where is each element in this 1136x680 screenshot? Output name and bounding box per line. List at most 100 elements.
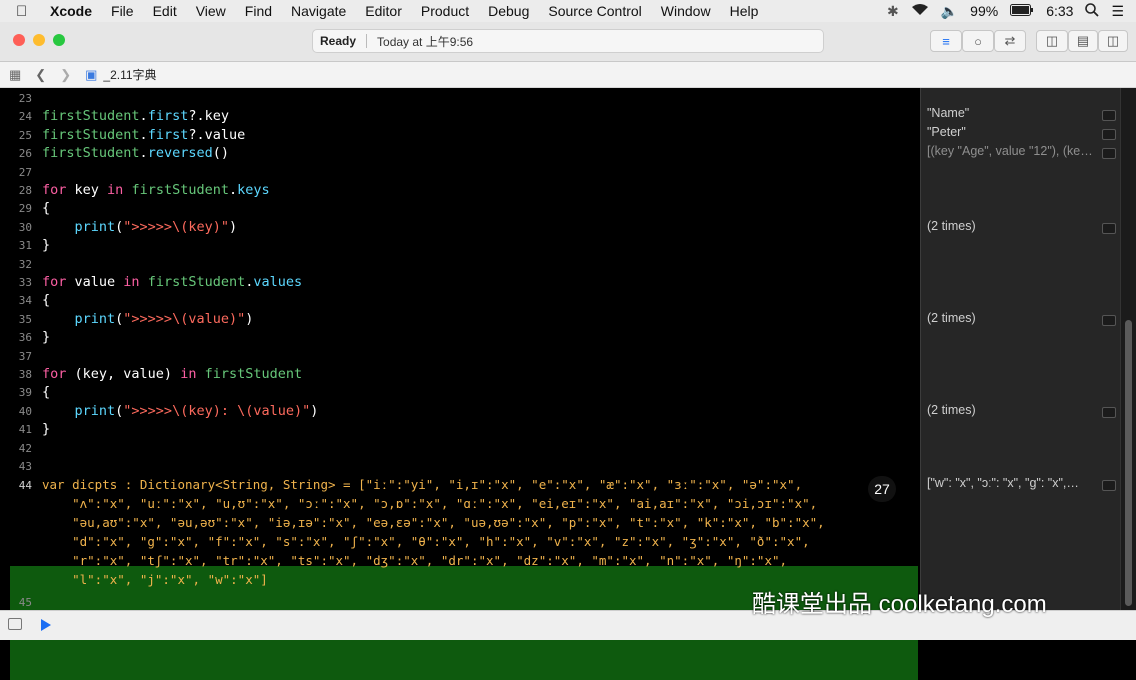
- line-number: 29: [18, 202, 32, 216]
- code-line[interactable]: firstStudent.first?.key: [42, 108, 229, 124]
- code-line[interactable]: }: [42, 237, 50, 253]
- window-toolbar: Ready Today at 上午9:56 ≡ ○ ⇄ ◫ ▤ ◫: [0, 22, 1136, 62]
- line-number: 32: [18, 257, 32, 271]
- toggle-utilities-button[interactable]: ◫: [1098, 30, 1128, 52]
- line-number: 31: [18, 239, 32, 253]
- code-line[interactable]: {: [42, 384, 50, 400]
- code-line[interactable]: {: [42, 200, 50, 216]
- menu-extras-icon[interactable]: ☰: [1111, 3, 1124, 20]
- menu-app-xcode[interactable]: Xcode: [50, 3, 92, 19]
- status-timestamp: Today at 上午9:56: [377, 34, 474, 49]
- menu-navigate[interactable]: Navigate: [291, 3, 346, 19]
- result-line-30: (2 times): [927, 219, 976, 233]
- line-number: 24: [18, 110, 32, 124]
- watermark: 酷课堂出品 coolketang.com: [752, 591, 1047, 618]
- run-playground-button[interactable]: [40, 618, 52, 637]
- code-line[interactable]: print(">>>>>\(key): \(value)"): [42, 403, 319, 419]
- hide-debug-area-button[interactable]: [8, 618, 22, 630]
- menu-product[interactable]: Product: [421, 3, 469, 19]
- code-line[interactable]: for value in firstStudent.values: [42, 274, 302, 290]
- code-line[interactable]: print(">>>>>\(value)"): [42, 311, 254, 327]
- dictionary-declaration-line: "d":"x", "g":"x", "f":"x", "s":"x", "ʃ":…: [42, 534, 810, 549]
- clock[interactable]: 6:33: [1046, 3, 1073, 19]
- line-number: 40: [18, 404, 32, 418]
- bluetooth-icon[interactable]: ✱: [887, 3, 899, 20]
- quick-look-button[interactable]: [1102, 110, 1116, 121]
- quick-look-button[interactable]: [1102, 407, 1116, 418]
- assistant-editor-button[interactable]: ○: [962, 30, 994, 52]
- back-arrow-icon[interactable]: ❮: [35, 67, 46, 83]
- menu-file[interactable]: File: [111, 3, 134, 19]
- line-number: 42: [18, 441, 32, 455]
- wifi-icon[interactable]: [911, 3, 929, 19]
- line-number: 35: [18, 312, 32, 326]
- line-number: 36: [18, 331, 32, 345]
- menu-edit[interactable]: Edit: [153, 3, 177, 19]
- line-number: 39: [18, 386, 32, 400]
- quick-look-button[interactable]: [1102, 315, 1116, 326]
- scrollbar-thumb[interactable]: [1125, 320, 1132, 606]
- result-line-44: ["w": "x", "ɔː": "x", "g": "x",…: [927, 476, 1079, 490]
- menu-debug[interactable]: Debug: [488, 3, 529, 19]
- menu-help[interactable]: Help: [730, 3, 759, 19]
- minimize-window-button[interactable]: [33, 34, 45, 46]
- code-line[interactable]: firstStudent.reversed(): [42, 145, 229, 161]
- menu-window[interactable]: Window: [661, 3, 711, 19]
- quick-look-button[interactable]: [1102, 223, 1116, 234]
- code-editor[interactable]: 23 24 firstStudent.first?.key 25 firstStuden…: [0, 88, 920, 680]
- code-line[interactable]: }: [42, 421, 50, 437]
- version-editor-button[interactable]: ⇄: [994, 30, 1026, 52]
- zoom-window-button[interactable]: [53, 34, 65, 46]
- line-number: 33: [18, 276, 32, 289]
- result-line-40: (2 times): [927, 403, 976, 417]
- code-line[interactable]: firstStudent.first?.value: [42, 127, 245, 143]
- code-line[interactable]: {: [42, 292, 50, 308]
- menu-editor[interactable]: Editor: [365, 3, 402, 19]
- search-icon[interactable]: [1085, 2, 1100, 20]
- menu-view[interactable]: View: [196, 3, 226, 19]
- dictionary-declaration-line: "r":"x", "tʃ":"x", "tr":"x", "ts":"x", "…: [42, 553, 788, 568]
- line-number: 28: [18, 184, 32, 197]
- close-window-button[interactable]: [13, 34, 25, 46]
- standard-editor-button[interactable]: ≡: [930, 30, 962, 52]
- vertical-scrollbar[interactable]: [1120, 88, 1136, 610]
- apple-menu-icon[interactable]: : [16, 3, 34, 20]
- jump-bar: ▦ ❮ ❯ ▣ _2.11字典: [0, 62, 1136, 88]
- menu-bar:  Xcode File Edit View Find Navigate Edi…: [0, 0, 1136, 22]
- code-line[interactable]: for (key, value) in firstStudent: [42, 366, 302, 382]
- volume-icon[interactable]: 🔈: [941, 3, 958, 20]
- line-number: 23: [18, 92, 32, 105]
- code-line[interactable]: }: [42, 329, 50, 345]
- code-line[interactable]: for key in firstStudent.keys: [42, 182, 270, 198]
- battery-icon[interactable]: [1010, 3, 1034, 19]
- menu-source-control[interactable]: Source Control: [548, 3, 641, 19]
- line-number: 34: [18, 294, 32, 308]
- result-count-badge[interactable]: 27: [868, 476, 896, 502]
- dictionary-declaration-line: var dicpts : Dictionary<String, String> …: [42, 477, 803, 492]
- results-sidebar: "Name" "Peter" [(key "Age", value "12"),…: [920, 88, 1120, 610]
- quick-look-button[interactable]: [1102, 148, 1116, 159]
- line-number: 27: [18, 165, 32, 179]
- line-number: 45: [18, 596, 32, 609]
- build-status: Ready: [320, 34, 357, 48]
- jump-bar-file[interactable]: _2.11字典: [103, 66, 156, 83]
- related-items-icon[interactable]: ▦: [9, 67, 21, 83]
- menu-find[interactable]: Find: [245, 3, 272, 19]
- forward-arrow-icon[interactable]: ❯: [60, 67, 71, 83]
- line-number: 41: [18, 423, 32, 437]
- quick-look-button[interactable]: [1102, 129, 1116, 140]
- toggle-debug-area-button[interactable]: ▤: [1068, 30, 1098, 52]
- result-line-25: "Peter": [927, 125, 966, 139]
- toggle-navigator-button[interactable]: ◫: [1036, 30, 1068, 52]
- code-line[interactable]: print(">>>>>\(key)"): [42, 219, 238, 235]
- quick-look-button[interactable]: [1102, 480, 1116, 491]
- line-number: 44: [18, 479, 32, 492]
- activity-status-bar: Ready Today at 上午9:56: [312, 29, 824, 53]
- result-line-26: [(key "Age", value "12"), (key…: [927, 144, 1097, 158]
- dictionary-declaration-line: "ʌ":"x", "uː":"x", "u,ʊ":"x", "ɔː":"x", …: [42, 496, 818, 511]
- playground-file-icon: ▣: [85, 66, 98, 82]
- line-number: 30: [18, 220, 32, 234]
- dictionary-declaration-line: "əu,aʊ":"x", "əu,əʊ":"x", "iə,ɪə":"x", "…: [42, 515, 825, 530]
- line-number: 38: [18, 368, 32, 381]
- line-number: 26: [18, 147, 32, 161]
